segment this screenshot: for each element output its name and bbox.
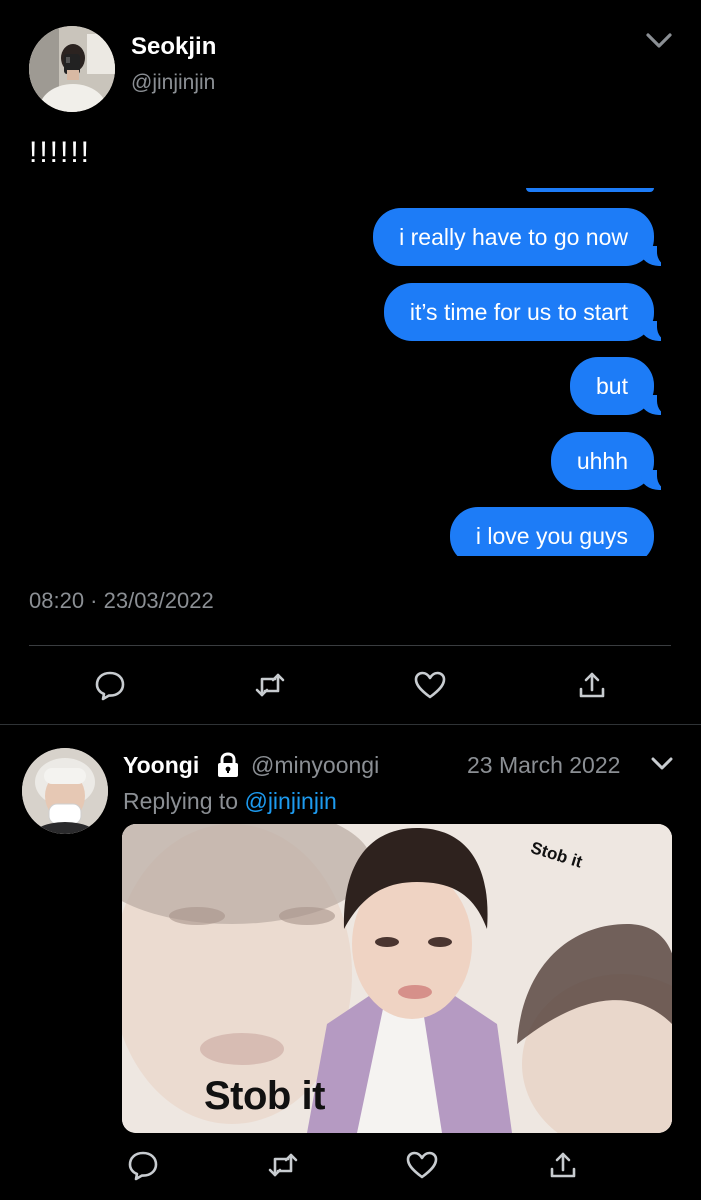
message-bubble-partial <box>526 188 654 192</box>
avatar-seokjin[interactable] <box>29 26 115 112</box>
message-bubble: i really have to go now <box>373 208 670 266</box>
tweet-separator <box>0 724 701 725</box>
share-icon[interactable] <box>546 1148 580 1182</box>
attached-screenshot[interactable]: i really have to go now it’s time for us… <box>200 188 670 556</box>
avatar-yoongi[interactable] <box>22 748 108 834</box>
mention-link[interactable]: @jinjinjin <box>244 788 336 814</box>
retweet-icon[interactable] <box>266 1148 300 1182</box>
tweet-text: !!!!!! <box>29 136 92 169</box>
message-bubble: uhhh <box>550 432 670 490</box>
message-text: but <box>596 373 628 399</box>
like-icon[interactable] <box>413 668 447 702</box>
share-icon[interactable] <box>575 668 609 702</box>
like-icon[interactable] <box>405 1148 439 1182</box>
reply-icon[interactable] <box>126 1148 160 1182</box>
message-text: i really have to go now <box>399 224 628 250</box>
message-bubble: i love you guys <box>449 507 654 556</box>
retweet-icon[interactable] <box>253 668 287 702</box>
author-name[interactable]: Yoongi <box>123 752 199 779</box>
tweet-image[interactable]: Stob it Stob it <box>122 824 672 1133</box>
replying-to: Replying to @jinjinjin <box>123 788 337 815</box>
message-bubble: it’s time for us to start <box>383 283 670 341</box>
image-caption-main: Stob it <box>204 1074 325 1118</box>
replying-to-label: Replying to <box>123 788 239 814</box>
author-handle[interactable]: @minyoongi <box>251 752 379 779</box>
author-handle[interactable]: @jinjinjin <box>131 71 215 95</box>
author-name[interactable]: Seokjin <box>131 33 216 61</box>
lock-icon <box>214 751 242 779</box>
message-text: i love you guys <box>475 523 628 549</box>
tweet-timestamp[interactable]: 08:20 · 23/03/2022 <box>29 588 214 614</box>
chevron-down-icon[interactable] <box>650 754 674 774</box>
reply-icon[interactable] <box>93 668 127 702</box>
chevron-down-icon[interactable] <box>644 28 674 54</box>
tweet-date[interactable]: 23 March 2022 <box>467 752 620 779</box>
message-bubble: but <box>570 357 670 415</box>
message-text: uhhh <box>576 448 628 474</box>
divider <box>29 645 671 646</box>
message-text: it’s time for us to start <box>409 299 628 325</box>
